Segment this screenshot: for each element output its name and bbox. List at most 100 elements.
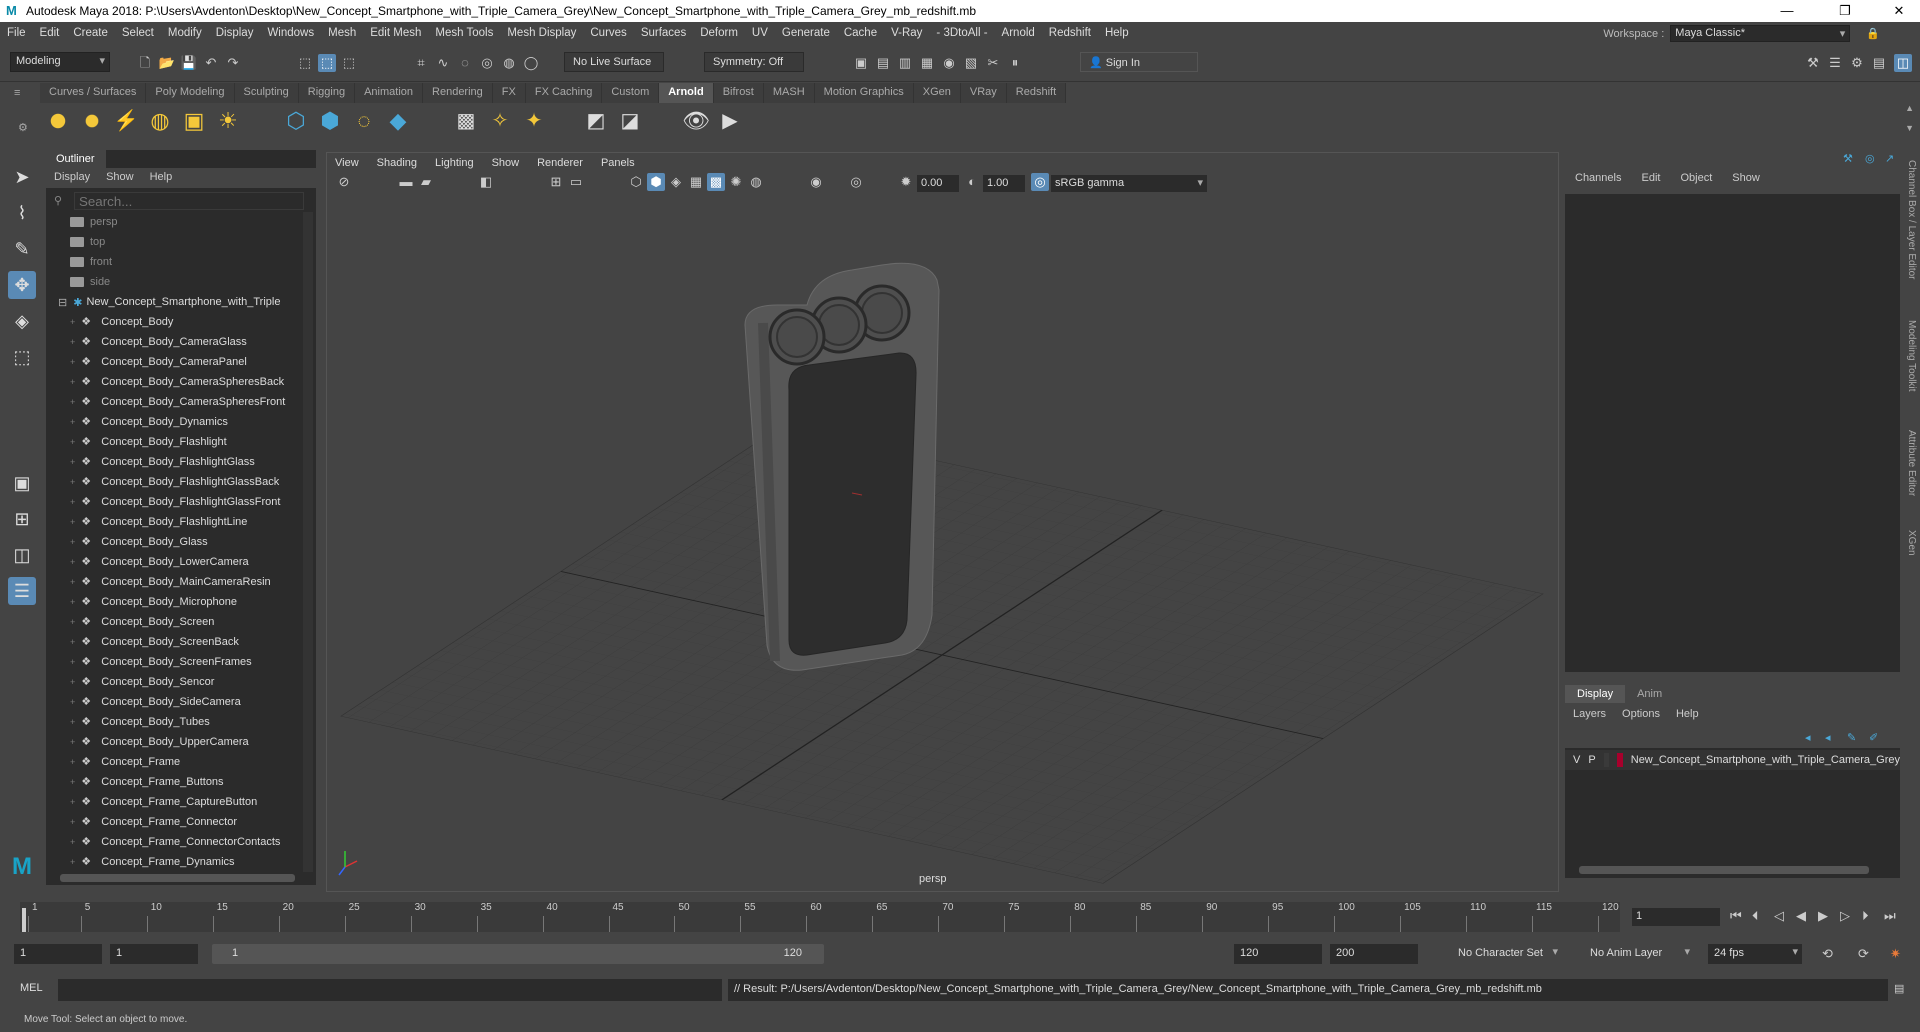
menu-arnold[interactable]: Arnold [995,27,1042,39]
mel-language-toggle[interactable]: MEL [20,982,43,994]
outliner-mesh-row[interactable]: + ❖ Concept_Body_MainCameraResin [46,572,301,592]
wireframe-icon[interactable]: ⬡ [627,173,645,191]
shelf-tab-vray[interactable]: VRay [960,83,1007,103]
select-object-icon[interactable]: ⬚ [318,54,336,72]
outliner-menu-show[interactable]: Show [98,168,142,188]
outliner-mesh-row[interactable]: + ❖ Concept_Body_SideCamera [46,692,301,712]
outliner-mesh-row[interactable]: + ❖ Concept_Body_Dynamics [46,412,301,432]
shelf-settings-icon[interactable]: ⚙ [18,121,28,134]
snap-surface-icon[interactable]: ◍ [500,54,518,72]
menu-deform[interactable]: Deform [693,27,745,39]
four-view-layout-icon[interactable]: ⊞ [8,505,36,533]
shelf-menu-icon[interactable]: ≡ [14,87,20,99]
expand-icon[interactable]: + [70,577,75,587]
playback-start-field[interactable]: 1 [110,944,198,964]
select-hierarchy-icon[interactable]: ⬚ [296,54,314,72]
bake-texture-icon[interactable]: ✦ [520,107,548,135]
outliner-menu-help[interactable]: Help [142,168,181,188]
shelf-scroll-down-icon[interactable]: ▼ [1905,123,1914,133]
outliner-mesh-row[interactable]: + ❖ Concept_Body_Tubes [46,712,301,732]
menu-edit-mesh[interactable]: Edit Mesh [363,27,428,39]
side-tab-attribute-editor[interactable]: Attribute Editor [1906,430,1917,496]
expand-icon[interactable]: + [70,397,75,407]
shelf-tab-redshift[interactable]: Redshift [1006,83,1067,103]
shelf-tab-poly-modeling[interactable]: Poly Modeling [146,83,235,103]
outliner-camera-row[interactable]: persp [46,212,301,232]
outliner-mesh-row[interactable]: + ❖ Concept_Body_FlashlightGlass [46,452,301,472]
expand-icon[interactable]: + [70,557,75,567]
range-slider-bar[interactable]: 1 120 [212,944,824,964]
expand-icon[interactable]: + [70,677,75,687]
menu-select[interactable]: Select [115,27,161,39]
channel-box-icon[interactable]: ◎ [1865,152,1875,165]
camera-attributes-icon[interactable]: ▬ [397,173,415,191]
menu-edit[interactable]: Edit [33,27,67,39]
shelf-scroll-up-icon[interactable]: ▲ [1905,103,1914,113]
menu-surfaces[interactable]: Surfaces [634,27,693,39]
expand-icon[interactable]: + [70,377,75,387]
shader-ball-icon[interactable]: ◪ [616,107,644,135]
outliner-mesh-row[interactable]: + ❖ Concept_Body_Microphone [46,592,301,612]
maya-home-icon[interactable]: M [8,853,36,881]
expand-icon[interactable]: + [70,317,75,327]
shelf-tab-curves-surfaces[interactable]: Curves / Surfaces [40,83,147,103]
open-scene-icon[interactable]: 📂 [158,54,176,72]
render-view-eye-icon[interactable]: 👁 [682,107,710,135]
menu-3dtoall[interactable]: - 3DtoAll - [929,27,994,39]
layer-menu-options[interactable]: Options [1614,706,1668,722]
isolate-select-icon[interactable]: ◉ [807,173,825,191]
render-frame-icon[interactable]: ▣ [852,54,870,72]
layer-editor-icon[interactable]: ◫ [1894,54,1912,72]
viewport-panel[interactable]: View Shading Lighting Show Renderer Pane… [326,152,1559,892]
outliner-mesh-row[interactable]: + ❖ Concept_Body_CameraPanel [46,352,301,372]
expand-icon[interactable]: + [70,517,75,527]
select-component-icon[interactable]: ⬚ [340,54,358,72]
side-tab-xgen[interactable]: XGen [1906,530,1917,556]
script-editor-icon[interactable]: ▤ [1894,982,1904,995]
expand-icon[interactable]: + [70,777,75,787]
viewport-menu-show[interactable]: Show [484,157,530,169]
lasso-tool-icon[interactable]: ⌇ [8,199,36,227]
outliner-search-input[interactable] [74,192,304,210]
menu-v-ray[interactable]: V-Ray [884,27,929,39]
film-gate-icon[interactable]: ▭ [567,173,585,191]
shelf-tab-motion-graphics[interactable]: Motion Graphics [814,83,914,103]
expand-icon[interactable]: + [70,857,75,867]
outliner-mesh-row[interactable]: + ❖ Concept_Frame [46,752,301,772]
expand-icon[interactable]: + [70,637,75,647]
menu-redshift[interactable]: Redshift [1042,27,1098,39]
image-plane-icon[interactable]: ◧ [477,173,495,191]
layer-display-type[interactable] [1603,753,1610,767]
outliner-group-row[interactable]: ⊟ ✱ New_Concept_Smartphone_with_Triple [46,292,301,312]
menu-windows[interactable]: Windows [260,27,321,39]
shelf-tab-rigging[interactable]: Rigging [298,83,356,103]
sign-in-button[interactable]: 👤 Sign In [1080,52,1198,72]
new-empty-layer-icon[interactable]: ✎ [1847,731,1856,744]
menu-cache[interactable]: Cache [837,27,884,39]
mel-input[interactable] [58,979,722,1001]
outliner-mesh-row[interactable]: + ❖ Concept_Body [46,312,301,332]
menu-display[interactable]: Display [209,27,261,39]
expand-icon[interactable]: + [70,477,75,487]
collapse-icon[interactable]: ⊟ [58,296,67,309]
shelf-tab-bifrost[interactable]: Bifrost [713,83,764,103]
wireframe-on-shaded-icon[interactable]: ◈ [667,173,685,191]
scene-start-field[interactable]: 1 [14,944,102,964]
paint-select-tool-icon[interactable]: ✎ [8,235,36,263]
viewport-menu-panels[interactable]: Panels [593,157,645,169]
current-frame-marker[interactable] [22,908,26,932]
live-surface-field[interactable]: No Live Surface [564,52,664,72]
hypershade-icon[interactable]: ◉ [940,54,958,72]
move-tool-icon[interactable]: ✥ [8,271,36,299]
pause-icon[interactable]: ⏸ [1006,54,1024,72]
area-light-icon[interactable] [44,107,72,135]
scale-tool-icon[interactable]: ⬚ [8,343,36,371]
expand-icon[interactable]: + [70,597,75,607]
outliner-tab[interactable]: Outliner [46,150,106,168]
side-tab-modeling-toolkit[interactable]: Modeling Toolkit [1906,320,1917,392]
snap-point-icon[interactable]: ◌ [456,54,474,72]
render-texture-icon[interactable]: ✧ [486,107,514,135]
bookmark-icon[interactable]: ▰ [417,173,435,191]
step-forward-frame-icon[interactable]: ⏵ [1862,908,1869,924]
auto-key-icon[interactable]: ⟳ [1858,946,1869,962]
